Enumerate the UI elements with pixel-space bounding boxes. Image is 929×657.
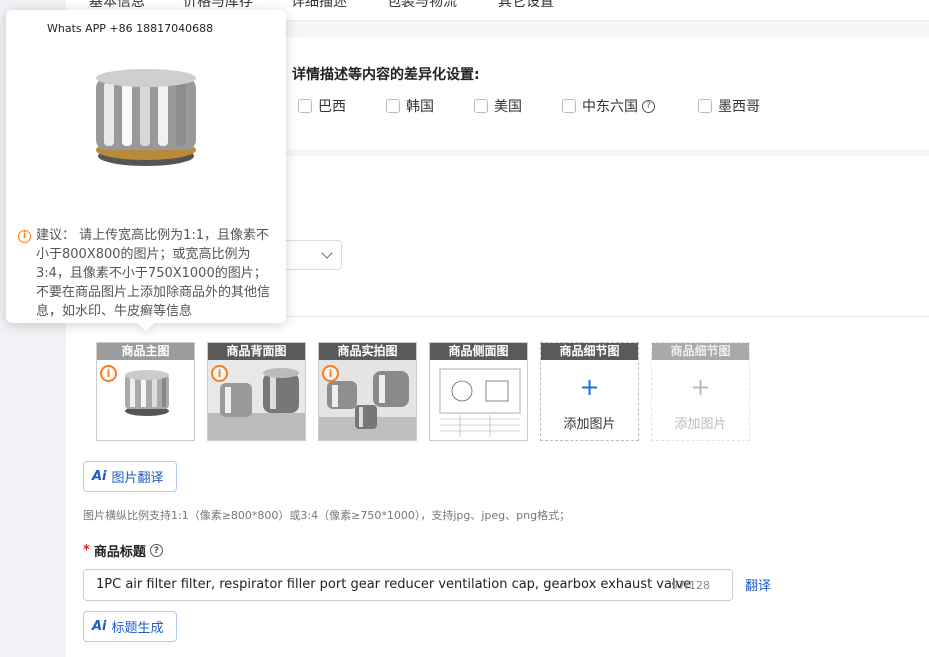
- product-preview-image: [96, 69, 196, 166]
- ai-icon: Ai: [92, 619, 107, 634]
- image-slot-real[interactable]: 商品实拍图 i: [318, 342, 417, 441]
- tab-description[interactable]: 详细描述: [291, 0, 347, 11]
- warning-circle-icon: i: [18, 230, 31, 243]
- ai-icon: Ai: [92, 469, 107, 484]
- image-slot-label: 商品实拍图: [319, 343, 416, 360]
- title-generate-button[interactable]: Ai 标题生成: [83, 611, 177, 642]
- image-slot-label: 商品主图: [97, 343, 194, 360]
- image-translate-button[interactable]: Ai 图片翻译: [83, 461, 177, 492]
- image-slot-label: 商品细节图: [652, 343, 749, 360]
- checkbox[interactable]: [386, 99, 400, 113]
- image-slot-detail-add-disabled: 商品细节图 + 添加图片: [651, 342, 750, 441]
- tab-package-logistics[interactable]: 包装与物流: [387, 0, 457, 11]
- checkbox[interactable]: [474, 99, 488, 113]
- checkbox[interactable]: [298, 99, 312, 113]
- warning-circle-icon[interactable]: i: [100, 365, 117, 382]
- checkbox[interactable]: [698, 99, 712, 113]
- image-slot-side[interactable]: 商品侧面图: [429, 342, 528, 441]
- image-preview-tooltip: Whats APP +86 18817040688 i 建议： 请上传宽高比例为…: [6, 10, 286, 332]
- product-title-value: 1PC air filter filter, respirator filler…: [96, 577, 692, 592]
- image-slot-main[interactable]: 商品主图 i: [96, 342, 195, 441]
- watermark-text: Whats APP +86 18817040688: [47, 22, 214, 35]
- add-image-text: 添加图片: [674, 417, 727, 432]
- product-title-input[interactable]: 1PC air filter filter, respirator filler…: [83, 569, 733, 601]
- title-translate-link[interactable]: 翻译: [745, 575, 771, 594]
- image-slot-label: 商品细节图: [541, 343, 638, 360]
- plus-icon: +: [579, 373, 600, 401]
- image-suggestion-text: 建议： 请上传宽高比例为1:1，且像素不小于800X800的图片；或宽高比例为3…: [36, 228, 271, 319]
- divider: [232, 316, 929, 317]
- region-usa[interactable]: 美国: [474, 96, 522, 116]
- question-circle-icon[interactable]: ?: [149, 544, 163, 557]
- diff-settings-title: 详情描述等内容的差异化设置:: [292, 67, 480, 83]
- region-brazil[interactable]: 巴西: [298, 96, 346, 116]
- required-mark: *: [83, 543, 90, 558]
- warning-circle-icon[interactable]: i: [322, 365, 339, 382]
- add-image-text: 添加图片: [563, 417, 616, 432]
- product-title-label: * 商品标题 ?: [83, 541, 163, 560]
- region-middle-east[interactable]: 中东六国?: [562, 96, 655, 116]
- image-slot-detail-add[interactable]: 商品细节图 + 添加图片: [540, 342, 639, 441]
- image-format-hint: 图片横纵比例支持1:1（像素≥800*800）或3:4（像素≥750*1000）…: [83, 509, 571, 522]
- plus-icon: +: [690, 373, 711, 401]
- region-korea[interactable]: 韩国: [386, 96, 434, 116]
- image-slot-back[interactable]: 商品背面图 i: [207, 342, 306, 441]
- chevron-down-icon: [321, 247, 333, 259]
- warning-circle-icon[interactable]: i: [211, 365, 228, 382]
- image-slot-label: 商品侧面图: [430, 343, 527, 360]
- question-circle-icon[interactable]: ?: [642, 99, 655, 113]
- checkbox[interactable]: [562, 99, 576, 113]
- tab-other-settings[interactable]: 其它设置: [498, 0, 554, 11]
- char-count: 97/128: [671, 579, 710, 592]
- image-slot-label: 商品背面图: [208, 343, 305, 360]
- region-mexico[interactable]: 墨西哥: [698, 96, 760, 116]
